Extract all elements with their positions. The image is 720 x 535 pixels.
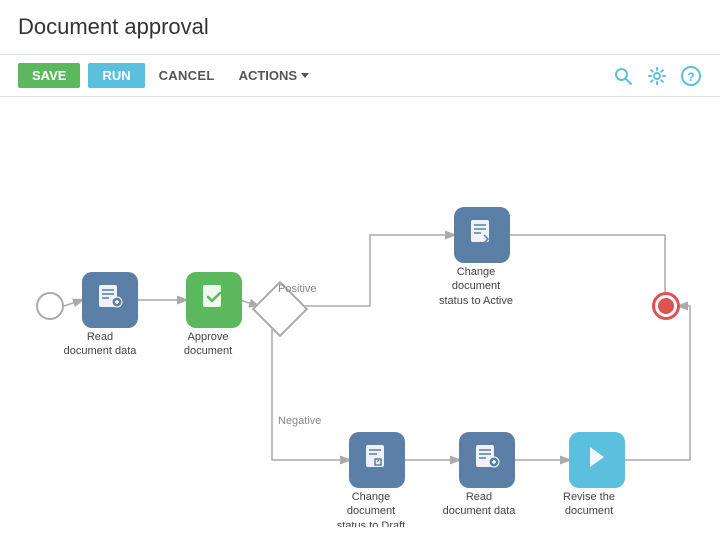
actions-button[interactable]: ACTIONS: [229, 63, 320, 88]
chevron-down-icon: [301, 73, 309, 78]
end-event[interactable]: [652, 292, 680, 320]
header: Document approval: [0, 0, 720, 54]
change-status-active-node[interactable]: [454, 207, 510, 263]
change-status-draft-label: Change document status to Draft: [331, 490, 411, 527]
approve-document-label: Approve document: [170, 330, 246, 359]
end-inner: [658, 298, 674, 314]
start-event[interactable]: [36, 292, 64, 320]
read-document-icon: [95, 282, 125, 318]
revise-icon: [582, 442, 612, 478]
change-status-draft-node[interactable]: [349, 432, 405, 488]
read-document-data-label: Read document data: [62, 330, 138, 359]
read-document-data-2-node[interactable]: [459, 432, 515, 488]
svg-text:?: ?: [687, 70, 694, 84]
approve-document-node[interactable]: [186, 272, 242, 328]
cancel-button[interactable]: CANCEL: [149, 63, 225, 88]
search-icon[interactable]: [612, 65, 634, 87]
help-icon[interactable]: ?: [680, 65, 702, 87]
change-draft-icon: [362, 442, 392, 478]
change-active-icon: [467, 217, 497, 253]
revise-document-label: Revise the document: [551, 490, 627, 519]
read-document-data-2-label: Read document data: [441, 490, 517, 519]
save-button[interactable]: SAVE: [18, 63, 80, 88]
revise-document-node[interactable]: [569, 432, 625, 488]
run-button[interactable]: RUN: [88, 63, 144, 88]
read-document-2-icon: [472, 442, 502, 478]
negative-label: Negative: [278, 415, 321, 427]
toolbar: SAVE RUN CANCEL ACTIONS ?: [0, 54, 720, 97]
canvas: Read document data Approve document Chan…: [0, 97, 720, 527]
settings-icon[interactable]: [646, 65, 668, 87]
approve-icon: [199, 282, 229, 318]
toolbar-right: ?: [612, 65, 702, 87]
page-title: Document approval: [18, 14, 702, 40]
read-document-data-node[interactable]: [82, 272, 138, 328]
positive-label: Positive: [278, 283, 317, 295]
change-status-active-label: Change document status to Active: [436, 265, 516, 308]
